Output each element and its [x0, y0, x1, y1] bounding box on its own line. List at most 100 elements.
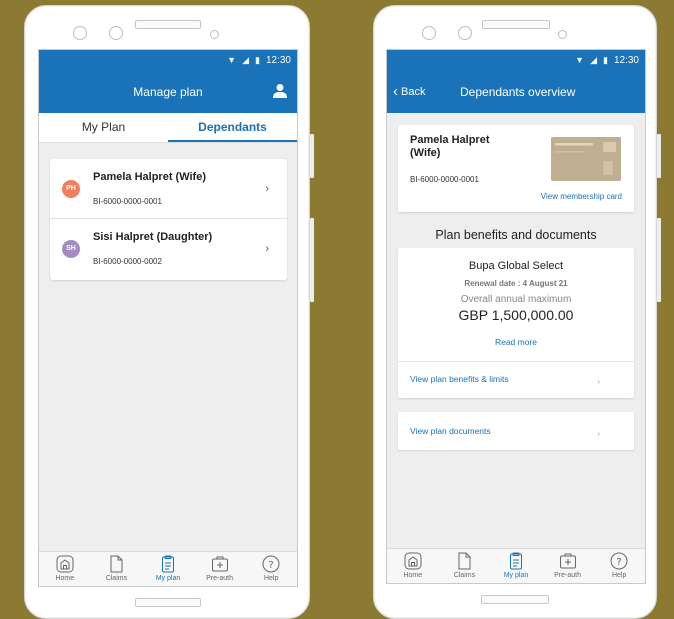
sensor-icon [210, 30, 219, 39]
nav-claims[interactable]: Claims [439, 549, 491, 583]
nav-pre-auth[interactable]: Pre-auth [542, 549, 594, 583]
plan-benefits-card: Bupa Global Select Renewal date : 4 Augu… [398, 248, 634, 398]
side-button [310, 218, 314, 302]
nav-label: Help [263, 575, 279, 582]
dependant-id: BI-6000-0000-0001 [93, 197, 162, 206]
back-button[interactable]: ‹ Back [393, 82, 426, 100]
dependant-id: BI-6000-0000-0002 [93, 257, 162, 266]
list-item[interactable]: PH Pamela Halpret (Wife) BI-6000-0000-00… [50, 159, 287, 219]
screen-manage-plan: ▼ ◢ ▮ 12:30 Manage plan My Plan Dependan… [38, 49, 298, 587]
view-plan-documents-link[interactable]: View plan documents [410, 426, 491, 436]
camera-icon [458, 26, 472, 40]
nav-pre-auth[interactable]: Pre-auth [194, 552, 246, 586]
page-title: Dependants overview [460, 84, 576, 99]
page-title: Manage plan [133, 84, 203, 99]
nav-help[interactable]: ? Help [245, 552, 297, 586]
avatar: PH [62, 180, 80, 198]
camera-icon [73, 26, 87, 40]
nav-my-plan[interactable]: My plan [490, 549, 542, 583]
status-time: 12:30 [613, 54, 639, 66]
nav-help[interactable]: ? Help [593, 549, 645, 583]
dependant-name: Pamela Halpret (Wife) [93, 171, 206, 183]
view-plan-benefits-link[interactable]: View plan benefits & limits [410, 374, 509, 384]
medical-bag-icon [559, 553, 576, 569]
bottom-nav: Home Claims My plan Pre-auth ? Help [39, 551, 297, 586]
document-icon [458, 552, 471, 570]
list-item[interactable]: SH Sisi Halpret (Daughter) BI-6000-0000-… [50, 219, 287, 279]
chevron-right-icon: › [597, 431, 600, 438]
side-button [310, 134, 314, 178]
nav-label: My plan [155, 575, 181, 582]
tab-my-plan[interactable]: My Plan [39, 113, 168, 142]
back-label: Back [401, 85, 426, 98]
home-button[interactable] [135, 598, 201, 607]
avatar: SH [62, 240, 80, 258]
nav-label: Pre-auth [554, 572, 581, 579]
wifi-icon: ▼ [227, 55, 237, 65]
home-icon [56, 555, 74, 573]
status-time: 12:30 [265, 54, 291, 66]
chevron-right-icon: › [265, 183, 269, 195]
signal-icon: ◢ [242, 54, 250, 65]
camera-icon [109, 26, 123, 40]
document-icon [110, 555, 123, 573]
annual-maximum-amount: GBP 1,500,000.00 [458, 307, 574, 323]
svg-text:?: ? [617, 557, 622, 568]
signal-icon: ◢ [590, 54, 598, 65]
side-button [657, 134, 661, 178]
phone-frame-right: ▼ ◢ ▮ 12:30 ‹ Back Dependants overview P… [373, 5, 661, 619]
membership-card-thumbnail[interactable] [551, 137, 621, 181]
chevron-left-icon: ‹ [393, 82, 398, 100]
nav-label: My plan [503, 572, 529, 579]
nav-home[interactable]: Home [387, 549, 439, 583]
tab-dependants[interactable]: Dependants [168, 113, 297, 142]
home-icon [404, 552, 422, 570]
nav-my-plan[interactable]: My plan [142, 552, 194, 586]
plan-name: Bupa Global Select [468, 260, 564, 272]
nav-label: Home [55, 575, 75, 582]
section-title: Plan benefits and documents [435, 228, 597, 242]
clipboard-icon [161, 555, 174, 573]
status-bar: ▼ ◢ ▮ 12:30 [39, 50, 297, 70]
nav-label: Claims [105, 575, 128, 582]
member-id: BI-6000-0000-0001 [410, 175, 479, 184]
side-button [657, 218, 661, 302]
view-membership-card-link[interactable]: View membership card [541, 192, 622, 201]
chevron-right-icon: › [265, 243, 269, 255]
bottom-nav: Home Claims My plan Pre-auth ? Help [387, 548, 645, 583]
nav-label: Home [403, 572, 423, 579]
divider [398, 361, 634, 362]
help-icon: ? [610, 552, 628, 570]
chevron-right-icon: › [597, 379, 600, 386]
member-name: Pamela Halpret (Wife) [410, 134, 490, 159]
screen-dependants-overview: ▼ ◢ ▮ 12:30 ‹ Back Dependants overview P… [386, 49, 646, 584]
read-more-link[interactable]: Read more [398, 337, 634, 347]
sensor-icon [558, 30, 567, 39]
app-bar: Manage plan [39, 70, 297, 113]
battery-icon: ▮ [255, 54, 260, 65]
wifi-icon: ▼ [575, 55, 585, 65]
battery-icon: ▮ [603, 54, 608, 65]
profile-icon[interactable] [273, 83, 287, 99]
app-bar: ‹ Back Dependants overview [387, 70, 645, 113]
help-icon: ? [262, 555, 280, 573]
clipboard-icon [509, 552, 522, 570]
speaker-grille [135, 20, 201, 29]
phone-frame-left: ▼ ◢ ▮ 12:30 Manage plan My Plan Dependan… [24, 5, 314, 619]
nav-label: Help [611, 572, 627, 579]
speaker-grille [482, 20, 550, 29]
plan-documents-card[interactable]: View plan documents › [398, 412, 634, 450]
home-button[interactable] [481, 595, 549, 604]
nav-claims[interactable]: Claims [91, 552, 143, 586]
dependant-name: Sisi Halpret (Daughter) [93, 231, 213, 243]
tab-bar: My Plan Dependants [39, 113, 297, 143]
member-card: Pamela Halpret (Wife) BI-6000-0000-0001 … [398, 125, 634, 212]
status-bar: ▼ ◢ ▮ 12:30 [387, 50, 645, 70]
svg-text:?: ? [269, 560, 274, 571]
medical-bag-icon [211, 556, 228, 572]
nav-label: Claims [453, 572, 476, 579]
nav-label: Pre-auth [206, 575, 233, 582]
nav-home[interactable]: Home [39, 552, 91, 586]
renewal-date: Renewal date : 4 August 21 [464, 279, 568, 288]
annual-maximum-label: Overall annual maximum [460, 294, 572, 305]
